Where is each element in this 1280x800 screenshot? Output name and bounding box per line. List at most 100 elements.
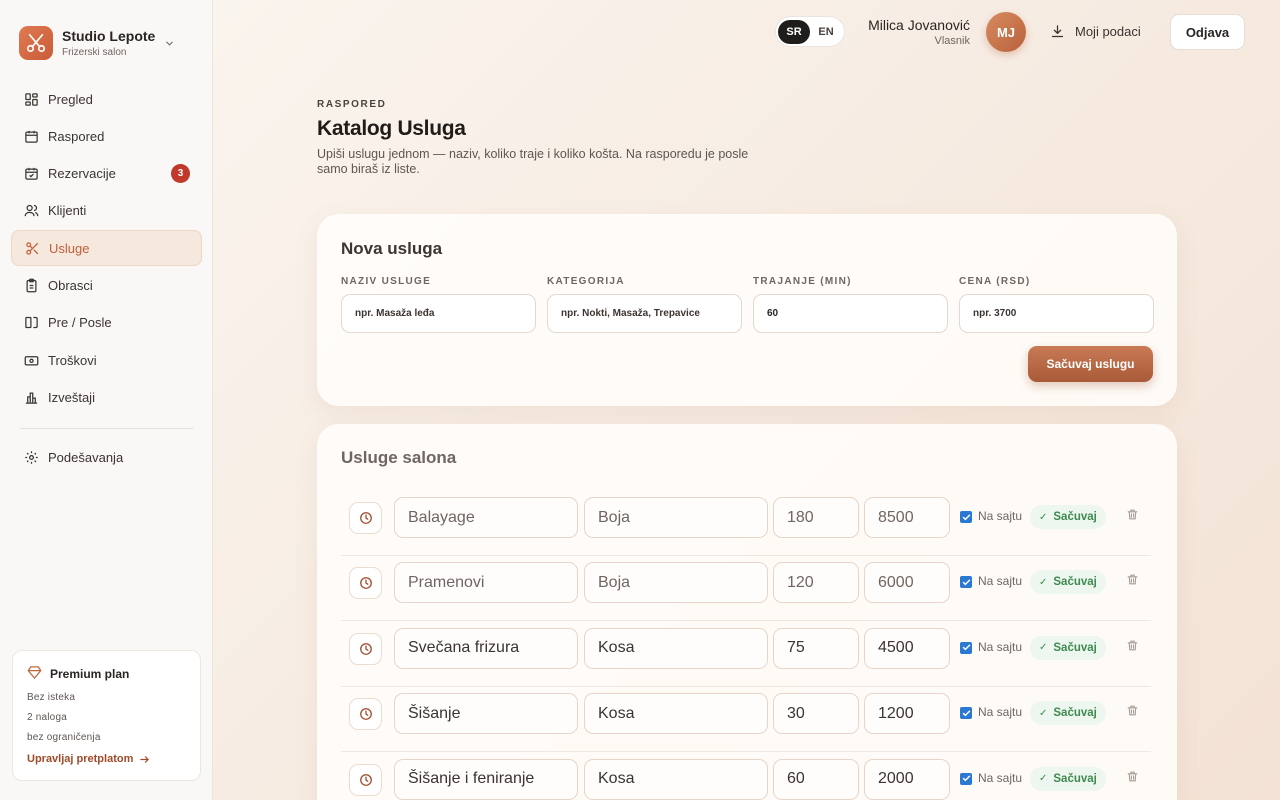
service-name-cell[interactable]: Balayage [394, 497, 578, 538]
clock-icon[interactable] [349, 698, 382, 731]
service-duration-cell[interactable]: 60 [773, 758, 859, 800]
check-icon: ✓ [1039, 773, 1048, 785]
price-field: CENA (RSD) [959, 276, 1154, 333]
saved-badge[interactable]: ✓ Sačuvaj [1030, 766, 1106, 791]
logout-button[interactable]: Odjava [1170, 14, 1245, 50]
calendar-icon [23, 128, 39, 144]
lang-en-button[interactable]: EN [810, 20, 842, 44]
wallet-icon [23, 352, 39, 368]
on-site-label: Na sajtu [978, 770, 1023, 785]
saved-badge[interactable]: ✓ Sačuvaj [1030, 635, 1106, 660]
page-title: Katalog Usluga [317, 117, 466, 140]
on-site-checkbox[interactable] [960, 772, 972, 785]
download-icon [1050, 24, 1075, 39]
before-after-icon [23, 315, 39, 331]
clock-icon[interactable] [349, 632, 382, 665]
sidebar-item-raspored[interactable]: Raspored [11, 118, 202, 154]
trash-icon[interactable] [1126, 508, 1139, 526]
manage-subscription-link[interactable]: Upravljaj pretplatom [27, 753, 186, 765]
sidebar-item-pre-posle[interactable]: Pre / Posle [11, 305, 202, 341]
sidebar-item-izvestaji[interactable]: Izveštaji [11, 379, 202, 415]
duration-input[interactable] [753, 294, 948, 333]
service-duration-cell[interactable]: 30 [773, 693, 859, 735]
clock-icon[interactable] [349, 763, 382, 796]
service-name-input[interactable] [341, 294, 536, 333]
field-label: TRAJANJE (MIN) [753, 276, 852, 287]
sidebar-item-obrasci[interactable]: Obrasci [11, 267, 202, 303]
service-price-cell[interactable]: 6000 [864, 562, 950, 604]
service-category-cell[interactable]: Boja [584, 497, 768, 538]
saved-label: Sačuvaj [1053, 772, 1097, 785]
service-duration-cell[interactable]: 75 [773, 627, 859, 669]
clock-icon[interactable] [349, 567, 382, 600]
diamond-icon [27, 665, 50, 683]
on-site-checkbox[interactable] [960, 576, 972, 589]
user-name: Milica Jovanović [868, 17, 970, 33]
trash-icon[interactable] [1126, 770, 1139, 788]
saved-label: Sačuvaj [1053, 641, 1097, 654]
category-input[interactable] [547, 294, 742, 333]
service-name-cell[interactable]: Svečana frizura [394, 627, 578, 669]
trash-icon[interactable] [1126, 704, 1139, 722]
service-price-cell[interactable]: 1200 [864, 693, 950, 735]
premium-detail: bez ograničenja [27, 732, 101, 743]
trash-icon[interactable] [1126, 639, 1139, 657]
duration-field: TRAJANJE (MIN) [753, 276, 948, 333]
clipboard-icon [23, 277, 39, 293]
premium-detail: 2 naloga [27, 712, 67, 723]
field-label: KATEGORIJA [547, 276, 625, 287]
manage-subscription-label: Upravljaj pretplatom [27, 753, 134, 765]
user-role: Vlasnik [934, 35, 970, 47]
sidebar-item-troskovi[interactable]: Troškovi [11, 342, 202, 378]
lang-sr-button[interactable]: SR [778, 19, 810, 44]
chevron-down-icon[interactable] [164, 36, 175, 54]
service-category-cell[interactable]: Boja [584, 562, 768, 604]
service-name-cell[interactable]: Šišanje i feniranje [394, 758, 578, 800]
on-site-checkbox[interactable] [960, 641, 972, 654]
on-site-checkbox[interactable] [960, 511, 972, 523]
service-category-cell[interactable]: Kosa [584, 758, 768, 800]
service-duration-cell[interactable]: 180 [773, 497, 859, 538]
saved-badge[interactable]: ✓ Sačuvaj [1030, 570, 1106, 595]
sidebar: Studio Lepote Frizerski salon Pregled Ra… [0, 0, 213, 800]
service-price-cell[interactable]: 8500 [864, 497, 950, 538]
sidebar-item-klijenti[interactable]: Klijenti [11, 193, 202, 229]
sidebar-item-pregled[interactable]: Pregled [11, 81, 202, 117]
check-icon: ✓ [1039, 707, 1048, 719]
scissors-icon [24, 240, 40, 256]
new-service-title: Nova usluga [341, 239, 443, 258]
saved-label: Sačuvaj [1053, 511, 1097, 523]
service-duration-cell[interactable]: 120 [773, 562, 859, 604]
avatar[interactable]: MJ [986, 12, 1026, 52]
service-name-cell[interactable]: Pramenovi [394, 562, 578, 604]
trash-icon[interactable] [1126, 573, 1139, 591]
premium-detail: Bez isteka [27, 692, 76, 703]
sidebar-item-usluge[interactable]: Usluge [11, 230, 202, 267]
gear-icon [23, 449, 39, 465]
service-name-field: NAZIV USLUGE [341, 276, 536, 333]
sidebar-item-rezervacije[interactable]: Rezervacije 3 [11, 156, 202, 192]
service-row: Šišanje Kosa 30 1200 Na sajtu ✓ Sačuvaj [341, 687, 1151, 753]
sidebar-item-label: Troškovi [48, 352, 97, 368]
my-data-button[interactable]: Moji podaci [1050, 24, 1141, 39]
save-service-button[interactable]: Sačuvaj uslugu [1028, 346, 1153, 382]
service-price-cell[interactable]: 2000 [864, 758, 950, 800]
check-icon: ✓ [1039, 642, 1048, 654]
premium-title: Premium plan [50, 667, 130, 681]
clock-icon[interactable] [349, 502, 382, 534]
saved-badge[interactable]: ✓ Sačuvaj [1030, 701, 1106, 726]
sidebar-item-label: Rezervacije [48, 166, 116, 182]
brand-name: Studio Lepote [62, 28, 156, 44]
price-input[interactable] [959, 294, 1154, 333]
grid-icon [23, 91, 39, 107]
brand-switcher[interactable]: Studio Lepote Frizerski salon [19, 26, 173, 60]
service-price-cell[interactable]: 4500 [864, 627, 950, 669]
service-category-cell[interactable]: Kosa [584, 627, 768, 669]
service-category-cell[interactable]: Kosa [584, 693, 768, 735]
saved-badge[interactable]: ✓ Sačuvaj [1030, 505, 1106, 529]
bar-chart-icon [23, 389, 39, 405]
notification-badge: 3 [171, 163, 190, 183]
service-name-cell[interactable]: Šišanje [394, 693, 578, 735]
on-site-checkbox[interactable] [960, 707, 972, 720]
sidebar-item-podesavanja[interactable]: Podešavanja [11, 439, 202, 475]
